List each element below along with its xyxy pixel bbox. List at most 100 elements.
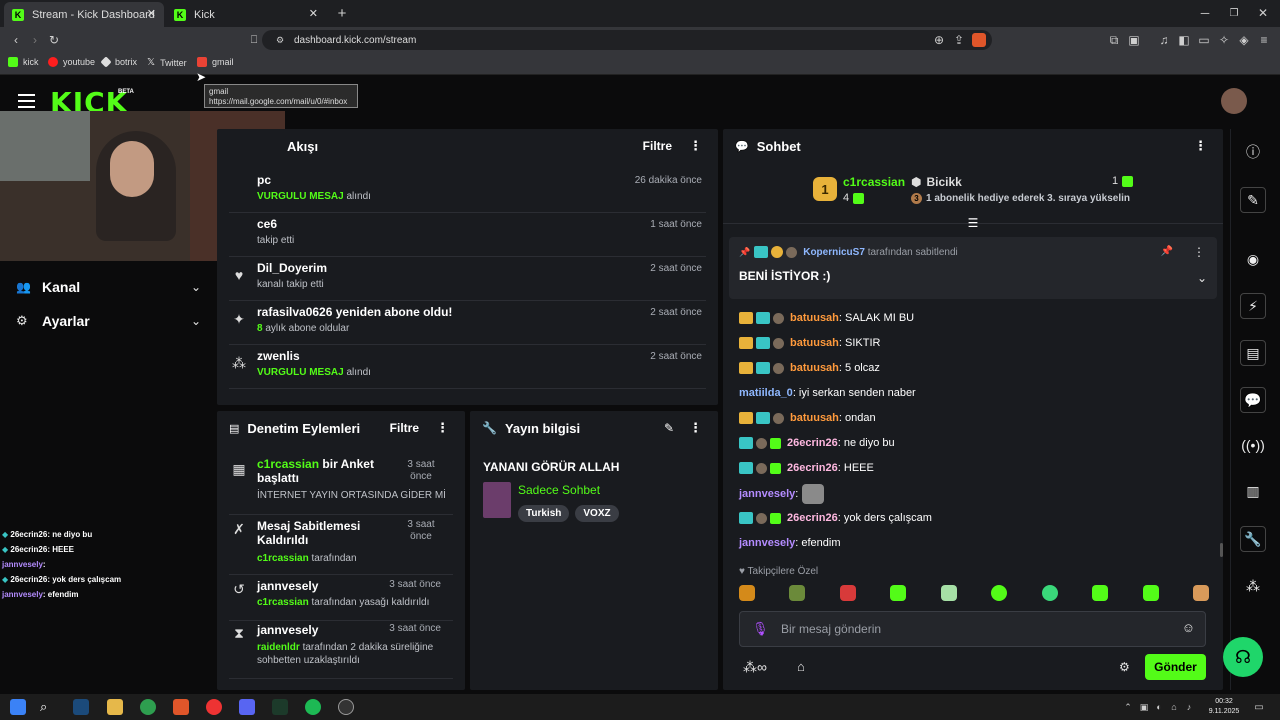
discord-icon[interactable] — [239, 699, 255, 715]
tray-overflow-icon[interactable]: ⌃ — [1123, 701, 1133, 713]
reload-icon[interactable]: ↻ — [46, 32, 62, 48]
category-link[interactable]: Sadece Sohbet — [518, 483, 600, 497]
hamburger-menu-icon[interactable] — [18, 94, 35, 108]
screenshot-icon[interactable]: ▣ — [1126, 32, 1142, 48]
clock[interactable]: 00:32 9.11.2025 — [1202, 697, 1246, 717]
sidebar-toggle-icon[interactable]: ◧ — [1176, 32, 1192, 48]
search-icon[interactable]: ⌕ — [40, 699, 56, 715]
more-options-icon[interactable]: ⋮ — [1193, 245, 1205, 259]
pin-toggle-icon[interactable]: 📌 — [1161, 246, 1173, 257]
terminal-icon[interactable] — [272, 699, 288, 715]
category-thumbnail[interactable] — [483, 482, 511, 518]
vpn-icon[interactable]: ◈ — [1236, 32, 1252, 48]
tab-kick-dashboard[interactable]: K Stream - Kick Dashboard ✕ — [4, 2, 164, 27]
steam-icon[interactable] — [73, 699, 89, 715]
chevron-down-icon[interactable]: ⌄ — [1197, 271, 1207, 285]
sidebar-item-ayarlar[interactable]: ⚙ Ayarlar ⌄ — [16, 312, 201, 330]
wallet-icon[interactable]: ▭ — [1196, 32, 1212, 48]
menu-icon[interactable]: ≡ — [1256, 32, 1272, 48]
leader-name[interactable]: c1rcassian — [843, 175, 905, 189]
wrench-icon[interactable]: 🔧 — [1240, 526, 1266, 552]
site-info-icon[interactable]: ⚙ — [274, 34, 286, 46]
edit-icon[interactable]: ✎ — [664, 421, 674, 435]
brave-shield-icon[interactable] — [972, 33, 986, 47]
bookmark-kick[interactable]: kick — [8, 57, 39, 67]
more-options-icon[interactable]: ⋮ — [689, 420, 702, 436]
bookmark-twitter[interactable]: 𝕏 Twitter — [147, 57, 187, 68]
emote-icon[interactable] — [789, 585, 806, 601]
send-button[interactable]: Gönder — [1145, 654, 1206, 680]
chat-scrollbar[interactable] — [1220, 543, 1223, 557]
dots-icon[interactable]: ⁂ — [1240, 573, 1266, 599]
file-explorer-icon[interactable] — [107, 699, 123, 715]
media-icon[interactable]: ♫ — [1156, 32, 1172, 48]
more-options-icon[interactable]: ⋮ — [1194, 138, 1207, 154]
bookmark-icon[interactable]: ⎕ — [246, 32, 262, 48]
youtube-icon — [48, 57, 58, 67]
emote-icon[interactable] — [1092, 585, 1109, 601]
emote-row — [739, 585, 1209, 605]
bookmark-botrix[interactable]: botrix — [100, 56, 137, 68]
obs-icon[interactable] — [338, 699, 354, 715]
emote-icon[interactable] — [991, 585, 1008, 601]
camera-icon[interactable]: ◉ — [1240, 246, 1266, 272]
minimize-icon[interactable]: ─ — [1198, 6, 1212, 20]
sidebar-item-kanal[interactable]: 👥 Kanal ⌄ — [16, 278, 201, 296]
more-options-icon[interactable]: ⋮ — [689, 138, 702, 154]
emoji-icon[interactable]: ☺ — [1182, 620, 1195, 635]
restore-icon[interactable]: ❐ — [1227, 6, 1241, 20]
bookmark-gmail[interactable]: gmail — [197, 57, 234, 67]
share-icon[interactable]: ⇪ — [952, 33, 966, 47]
collapse-leaderboard-icon[interactable]: ☰ — [965, 215, 981, 231]
close-tab-icon[interactable]: ✕ — [147, 7, 156, 20]
lightning-icon[interactable]: ⚡ — [1240, 293, 1266, 319]
media-player-icon[interactable] — [206, 699, 222, 715]
more-options-icon[interactable]: ⋮ — [436, 420, 449, 436]
tag-chip[interactable]: VOXZ — [575, 505, 619, 522]
chrome-icon[interactable] — [140, 699, 156, 715]
support-headset-icon[interactable]: ☊ — [1223, 637, 1263, 677]
url-bar[interactable]: ⚙ dashboard.kick.com/stream ⊕ ⇪ — [262, 30, 992, 50]
chat-input[interactable]: 🎙 Bir mesaj gönderin ☺ — [739, 611, 1206, 647]
bookmark-youtube[interactable]: youtube — [48, 57, 95, 67]
layout-icon[interactable]: ▥ — [1240, 478, 1266, 504]
brave-icon[interactable] — [173, 699, 189, 715]
leo-ai-icon[interactable]: ✧ — [1216, 32, 1232, 48]
zoom-icon[interactable]: ⊕ — [932, 33, 946, 47]
tab-kick[interactable]: K Kick ✕ — [166, 2, 326, 27]
info-icon[interactable]: ⓘ — [1240, 139, 1266, 165]
spotify-icon[interactable] — [305, 699, 321, 715]
emote-icon[interactable] — [839, 585, 856, 601]
window-close-icon[interactable]: ✕ — [1256, 6, 1270, 20]
close-tab-icon[interactable]: ✕ — [309, 7, 318, 20]
emote-icon[interactable] — [1041, 585, 1058, 601]
broadcast-icon[interactable]: ((•)) — [1240, 432, 1266, 458]
microphone-icon[interactable]: 🎙 — [752, 621, 769, 637]
points-icon[interactable]: ⁂∞ — [743, 659, 767, 676]
filter-button[interactable]: Filtre — [643, 139, 672, 153]
forward-icon[interactable]: › — [27, 32, 43, 48]
chat-settings-icon[interactable]: ⚙ — [1119, 660, 1130, 674]
emote-icon[interactable] — [940, 585, 957, 601]
extensions-icon[interactable]: ⧉ — [1106, 32, 1122, 48]
tray-app-icon[interactable]: ◐ — [1153, 701, 1165, 713]
volume-icon[interactable]: ♪ — [1183, 701, 1195, 713]
back-icon[interactable]: ‹ — [8, 32, 24, 48]
og-badge-icon — [756, 312, 770, 324]
tag-chip[interactable]: Turkish — [518, 505, 570, 522]
user-avatar[interactable] — [1221, 88, 1247, 114]
emote-icon[interactable] — [739, 585, 755, 601]
emote-icon[interactable] — [890, 585, 907, 601]
tray-app-icon[interactable]: ▣ — [1138, 701, 1150, 713]
windows-start-icon[interactable] — [10, 699, 26, 715]
store-icon[interactable]: ⌂ — [797, 659, 805, 674]
notification-icon[interactable]: ▭ — [1252, 700, 1266, 714]
filter-button[interactable]: Filtre — [390, 421, 419, 435]
chat-icon[interactable]: 💬 — [1240, 387, 1266, 413]
notes-icon[interactable]: ▤ — [1240, 340, 1266, 366]
new-tab-icon[interactable]: + — [334, 5, 350, 22]
network-icon[interactable]: ⌂ — [1168, 701, 1180, 713]
edit-icon[interactable]: ✎ — [1240, 187, 1266, 213]
emote-icon[interactable] — [1142, 585, 1159, 601]
emote-icon[interactable] — [1192, 585, 1209, 601]
